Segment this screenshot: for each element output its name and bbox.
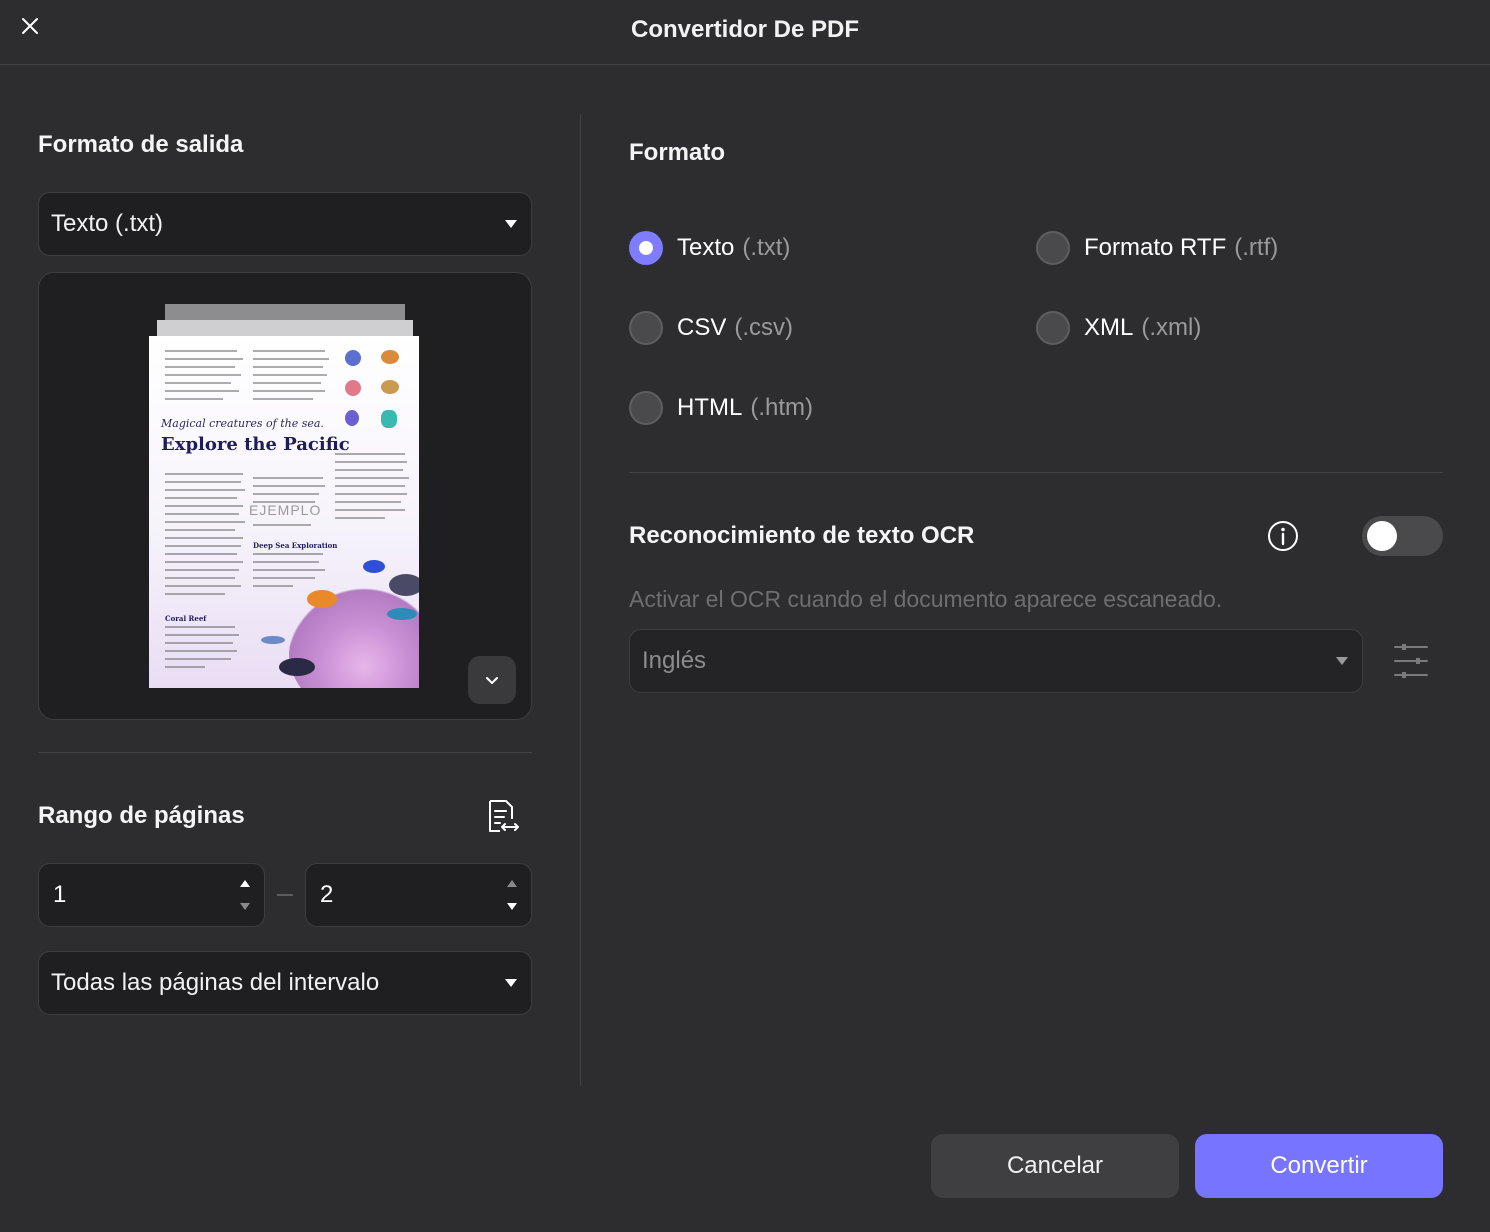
preview-subhead-coral: Coral Reef [165,614,207,623]
title-bar: Convertidor De PDF [0,0,1490,65]
convert-button[interactable]: Convertir [1195,1134,1443,1198]
ocr-info-button[interactable] [1266,519,1300,553]
range-from-value: 1 [53,881,67,908]
preview-page-thumbnail: Magical creatures of the sea. Explore th… [149,336,419,688]
page-subset-value: Todas las páginas del intervalo [51,969,380,996]
cancel-button[interactable]: Cancelar [931,1134,1179,1198]
preview-watermark: EJEMPLO [249,502,322,518]
chevron-down-icon [505,220,517,228]
range-separator [277,894,293,896]
chevron-down-icon [505,979,517,987]
format-option-txt[interactable]: Texto (.txt) [629,231,790,265]
format-option-extension: (.xml) [1141,314,1202,341]
output-format-select[interactable]: Texto (.txt) [38,192,532,256]
format-option-extension: (.txt) [742,234,791,261]
format-option-extension: (.rtf) [1234,234,1279,261]
ocr-description: Activar el OCR cuando el documento apare… [629,586,1223,612]
chevron-down-icon [1336,657,1348,665]
toggle-knob [1367,521,1397,551]
format-option-label: Texto [677,234,735,261]
fish-illustration [363,560,385,573]
radio-button[interactable] [629,311,663,345]
format-option-extension: (.csv) [734,314,794,341]
document-preview: Magical creatures of the sea. Explore th… [38,272,532,720]
format-option-label: CSV [677,314,727,341]
format-option-extension: (.htm) [750,394,814,421]
format-option-csv[interactable]: CSV (.csv) [629,311,793,345]
decrement-arrow-icon[interactable] [507,903,517,910]
radio-button[interactable] [1036,231,1070,265]
format-option-xml[interactable]: XML (.xml) [1036,311,1201,345]
format-option-htm[interactable]: HTML (.htm) [629,391,813,425]
ocr-language-value: Inglés [642,647,707,674]
divider [629,472,1443,473]
ocr-settings-button[interactable] [1392,641,1430,681]
page-subset-select[interactable]: Todas las páginas del intervalo [38,951,532,1015]
increment-arrow-icon[interactable] [507,880,517,887]
page-range-title: Rango de páginas [38,802,245,829]
radio-button[interactable] [1036,311,1070,345]
range-to-value: 2 [320,881,334,908]
sliders-icon [1394,644,1428,678]
radio-button[interactable] [629,391,663,425]
range-to-input[interactable]: 2 [305,863,532,927]
output-format-value: Texto (.txt) [51,210,164,237]
info-icon [1268,521,1298,551]
format-option-rtf[interactable]: Formato RTF (.rtf) [1036,231,1278,265]
ocr-title: Reconocimiento de texto OCR [629,522,975,549]
page-range-swap-button[interactable] [482,797,522,837]
divider [38,752,532,753]
expand-preview-button[interactable] [468,656,516,704]
format-title: Formato [629,139,725,166]
ocr-toggle[interactable] [1362,516,1443,556]
decrement-arrow-icon[interactable] [240,903,250,910]
format-option-label: Formato RTF [1084,234,1227,261]
format-option-label: HTML [677,394,743,421]
increment-arrow-icon[interactable] [240,880,250,887]
column-divider [580,114,581,1086]
output-format-title: Formato de salida [38,131,244,158]
document-swap-icon [489,800,519,832]
radio-button-selected[interactable] [629,231,663,265]
window-title: Convertidor De PDF [630,16,860,43]
preview-headline: Explore the Pacific [161,434,350,455]
ocr-language-select[interactable]: Inglés [629,629,1363,693]
chevron-down-icon [486,676,498,684]
preview-headline-italic: Magical creatures of the sea. [161,417,324,430]
range-from-input[interactable]: 1 [38,863,265,927]
format-option-label: XML [1084,314,1134,341]
preview-subhead-deep-sea: Deep Sea Exploration [253,541,338,550]
